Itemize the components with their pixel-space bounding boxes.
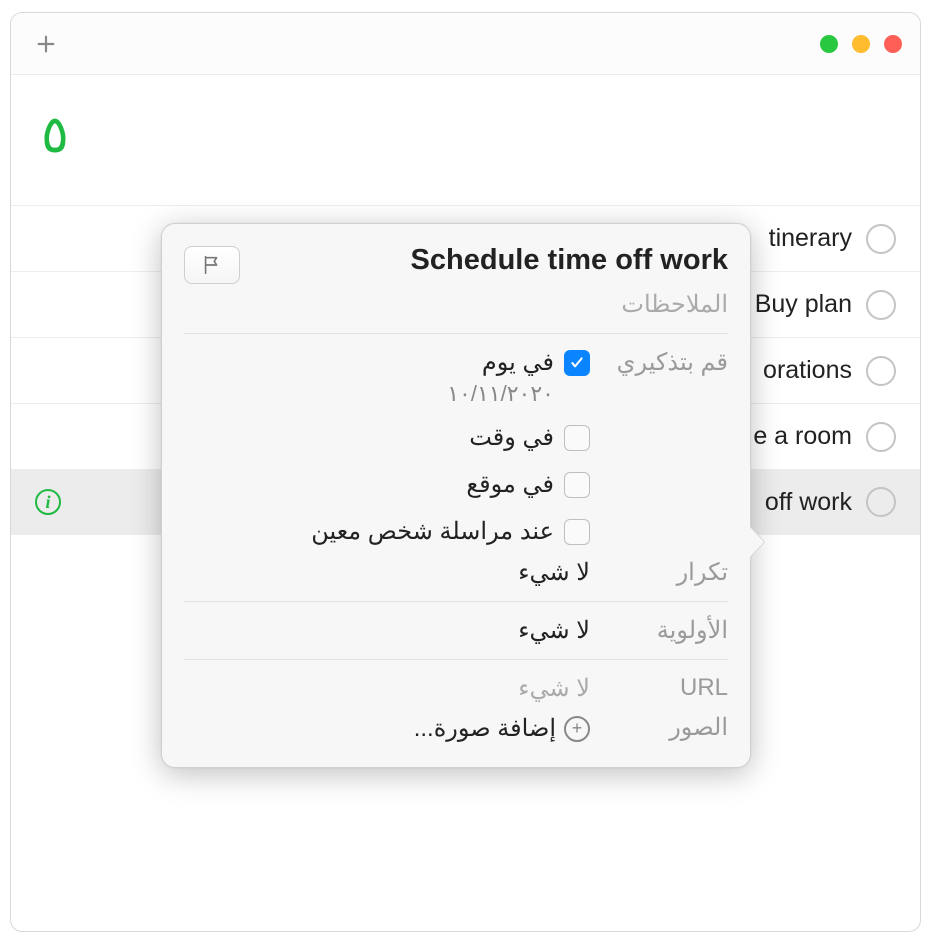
at-time-checkbox[interactable] bbox=[564, 425, 590, 451]
add-image-button[interactable]: + إضافة صورة... bbox=[414, 714, 590, 743]
notes-field[interactable]: الملاحظات bbox=[184, 290, 728, 319]
reminder-details-popover: Schedule time off work الملاحظات قم بتذك… bbox=[161, 223, 751, 768]
url-label: URL bbox=[608, 674, 728, 702]
at-location-label: في موقع bbox=[466, 470, 554, 499]
minimize-window-button[interactable] bbox=[852, 35, 870, 53]
divider bbox=[184, 601, 728, 602]
complete-toggle[interactable] bbox=[866, 290, 896, 320]
url-field[interactable]: لا شيء bbox=[184, 674, 590, 703]
close-window-button[interactable] bbox=[884, 35, 902, 53]
complete-toggle[interactable] bbox=[866, 487, 896, 517]
add-reminder-button[interactable] bbox=[29, 27, 63, 61]
at-time-label: في وقت bbox=[469, 423, 554, 452]
app-window: ٥ tinerary Buy plan orations e a room bbox=[10, 12, 921, 932]
on-day-date[interactable]: ١٠/١١/٢٠٢٠ bbox=[184, 381, 590, 407]
complete-toggle[interactable] bbox=[866, 356, 896, 386]
when-messaging-checkbox[interactable] bbox=[564, 519, 590, 545]
priority-value[interactable]: لا شيء bbox=[184, 616, 590, 645]
when-messaging-label: عند مراسلة شخص معين bbox=[311, 517, 554, 546]
repeat-label: تكرار bbox=[608, 558, 728, 587]
complete-toggle[interactable] bbox=[866, 422, 896, 452]
complete-toggle[interactable] bbox=[866, 224, 896, 254]
add-image-label: إضافة صورة... bbox=[414, 714, 556, 743]
plus-circle-icon: + bbox=[564, 716, 590, 742]
window-controls bbox=[820, 35, 902, 53]
images-label: الصور bbox=[608, 713, 728, 742]
remind-me-label: قم بتذكيري bbox=[608, 348, 728, 377]
at-location-checkbox[interactable] bbox=[564, 472, 590, 498]
priority-label: الأولوية bbox=[608, 616, 728, 645]
on-day-label: في يوم bbox=[482, 348, 554, 377]
divider bbox=[184, 659, 728, 660]
zoom-window-button[interactable] bbox=[820, 35, 838, 53]
on-day-checkbox[interactable] bbox=[564, 350, 590, 376]
repeat-value[interactable]: لا شيء bbox=[184, 558, 590, 587]
flag-button[interactable] bbox=[184, 246, 240, 284]
flag-icon bbox=[201, 254, 223, 276]
info-icon[interactable]: i bbox=[35, 489, 61, 515]
divider bbox=[184, 333, 728, 334]
titlebar bbox=[11, 13, 920, 75]
reminder-title-field[interactable]: Schedule time off work bbox=[252, 244, 728, 277]
reminder-count: ٥ bbox=[35, 105, 896, 165]
plus-icon bbox=[35, 33, 57, 55]
check-icon bbox=[569, 355, 585, 371]
